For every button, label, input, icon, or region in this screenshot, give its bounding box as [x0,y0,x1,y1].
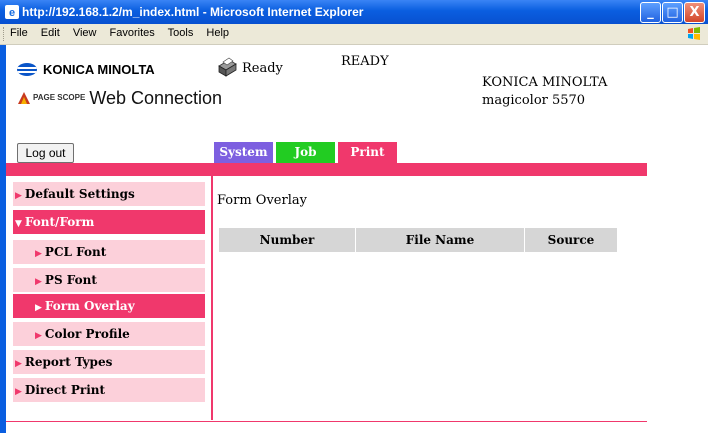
printer-state-text: Ready [242,61,283,76]
collapse-arrow-icon: ▼ [15,219,22,229]
footer-line [6,421,647,422]
form-overlay-table: Number File Name Source [218,227,618,253]
logout-button[interactable]: Log out [17,143,74,163]
printer-icon [218,57,237,77]
column-header-file-name: File Name [355,227,525,253]
product-name: Web Connection [89,88,223,108]
svg-text:e: e [9,7,15,19]
sidebar-item-report-types[interactable]: ▶ Report Types [13,350,205,374]
sidebar-item-label: Report Types [24,355,113,369]
sidebar-item-font-form[interactable]: ▼ Font/Form [13,210,205,234]
tab-system[interactable]: System [214,142,273,163]
pagescope-web-connection-logo: PAGE SCOPE Web Connection [17,88,222,109]
sidebar-item-form-overlay[interactable]: ▶ Form Overlay [13,294,205,318]
device-vendor: KONICA MINOLTA [482,75,608,90]
menu-favorites[interactable]: Favorites [110,27,155,39]
menu-file[interactable]: File [10,27,28,39]
menu-bar: File Edit View Favorites Tools Help [0,24,708,45]
sidebar-item-label: PCL Font [44,245,107,259]
ie-icon: e [5,5,19,19]
window-frame-left [0,45,6,433]
sidebar-divider [211,176,213,420]
windows-flag-icon [688,27,700,40]
sidebar-item-label: PS Font [44,273,97,287]
menu-edit[interactable]: Edit [41,27,60,39]
pagescope-badge: PAGE SCOPE [33,93,86,102]
pagescope-icon [18,92,30,104]
window-title: http://192.168.1.2/m_index.html - Micros… [22,5,364,19]
minimize-button[interactable]: _ [640,2,661,23]
konica-minolta-logo: KONICA MINOLTA [17,62,155,77]
close-button[interactable]: X [684,2,705,23]
header-bar [6,163,647,176]
expand-arrow-icon: ▶ [15,387,22,397]
expand-arrow-icon: ▶ [35,277,42,287]
sidebar-item-label: Form Overlay [44,299,135,313]
panel-message: READY [341,54,389,69]
menu-view[interactable]: View [73,27,97,39]
expand-arrow-icon: ▶ [15,191,22,201]
maximize-button[interactable]: □ [662,2,683,23]
tab-print[interactable]: Print [338,142,397,163]
device-info: KONICA MINOLTA magicolor 5570 [482,74,607,110]
brand-company: KONICA MINOLTA [43,62,155,77]
konica-minolta-logo-icon [17,63,37,76]
sidebar-item-pcl-font[interactable]: ▶ PCL Font [13,240,205,264]
page-title: Form Overlay [217,193,307,208]
menu-grip [3,27,7,41]
expand-arrow-icon: ▶ [35,331,42,341]
table-header-row: Number File Name Source [218,227,618,253]
sidebar-item-label: Color Profile [44,327,130,341]
expand-arrow-icon: ▶ [35,249,42,259]
device-model: magicolor 5570 [482,93,586,108]
sidebar-item-direct-print[interactable]: ▶ Direct Print [13,378,205,402]
sidebar-item-color-profile[interactable]: ▶ Color Profile [13,322,205,346]
printer-status: Ready [216,56,283,78]
window-titlebar: e http://192.168.1.2/m_index.html - Micr… [0,0,708,24]
column-header-number: Number [218,227,356,253]
menu-tools[interactable]: Tools [168,27,194,39]
sidebar-item-label: Default Settings [24,187,135,201]
expand-arrow-icon: ▶ [35,303,42,313]
tab-job[interactable]: Job [276,142,335,163]
column-header-source: Source [524,227,618,253]
sidebar-item-ps-font[interactable]: ▶ PS Font [13,268,205,292]
menu-help[interactable]: Help [206,27,229,39]
sidebar-item-label: Direct Print [24,383,106,397]
sidebar-item-default-settings[interactable]: ▶ Default Settings [13,182,205,206]
expand-arrow-icon: ▶ [15,359,22,369]
sidebar-item-label: Font/Form [24,215,95,229]
